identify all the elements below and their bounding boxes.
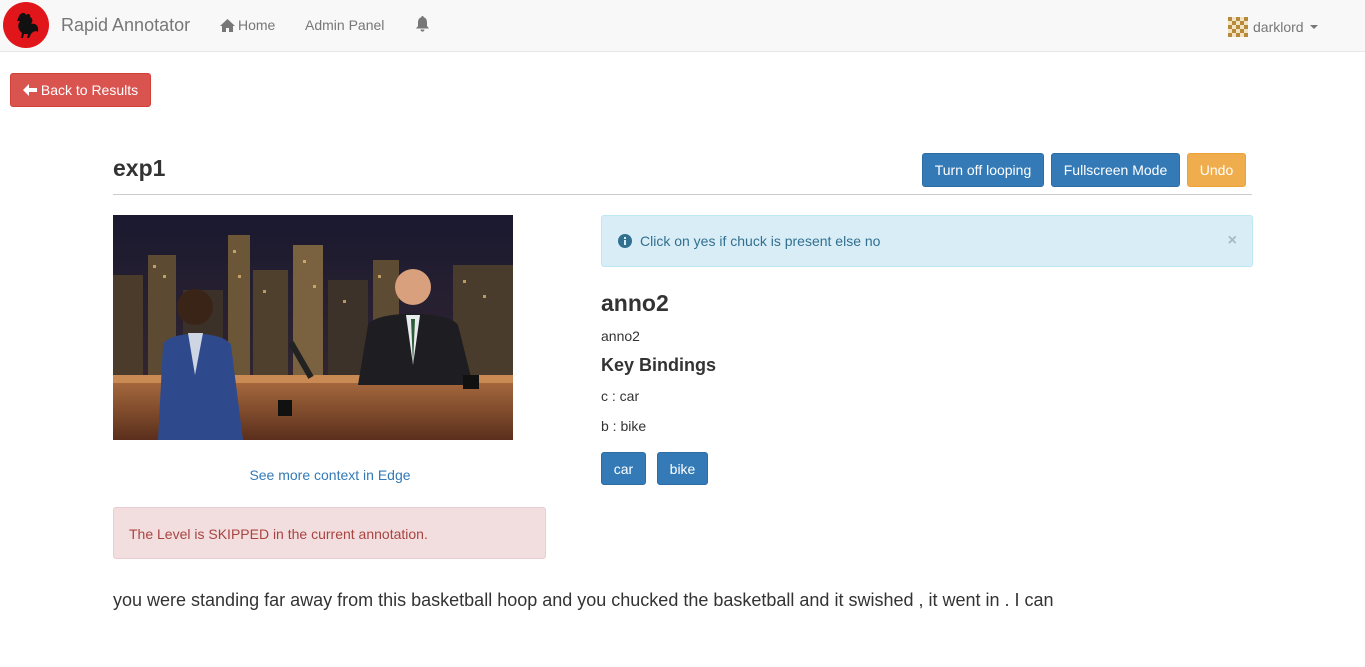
label-car-button[interactable]: car: [601, 452, 646, 485]
arrow-left-icon: [22, 84, 37, 96]
fullscreen-button[interactable]: Fullscreen Mode: [1051, 153, 1180, 187]
key-binding-item: b : bike: [601, 418, 647, 434]
skipped-level-alert: The Level is SKIPPED in the current anno…: [113, 507, 546, 559]
back-to-results-button[interactable]: Back to Results: [10, 73, 151, 107]
username: darklord: [1253, 19, 1304, 35]
home-icon: [220, 18, 235, 32]
toggle-looping-button[interactable]: Turn off looping: [922, 153, 1044, 187]
undo-button[interactable]: Undo: [1187, 153, 1246, 187]
navbar: Rapid Annotator Home Admin Panel darklor…: [0, 0, 1365, 52]
back-to-results-label: Back to Results: [40, 82, 139, 98]
nav-admin-link[interactable]: Admin Panel: [305, 17, 384, 33]
label-bike-button[interactable]: bike: [657, 452, 708, 485]
brand-name[interactable]: Rapid Annotator: [61, 15, 190, 36]
rooster-logo-icon[interactable]: [3, 2, 49, 48]
caret-down-icon: [1309, 25, 1318, 29]
key-bindings-heading: Key Bindings: [601, 355, 717, 375]
page-title: exp1: [113, 155, 166, 181]
header-divider: [113, 194, 1252, 195]
annotation-description: anno2: [601, 328, 640, 344]
video-player[interactable]: [113, 215, 513, 440]
annotation-name: anno2: [601, 290, 669, 316]
transcript-text: you were standing far away from this bas…: [113, 590, 1054, 610]
bell-icon[interactable]: [415, 16, 430, 35]
instruction-text: Click on yes if chuck is present else no: [640, 233, 881, 249]
instruction-alert: Click on yes if chuck is present else no…: [601, 215, 1253, 267]
info-icon: [618, 234, 632, 248]
nav-home-label: Home: [238, 17, 276, 33]
user-avatar-icon: [1228, 17, 1248, 37]
user-menu[interactable]: darklord: [1228, 17, 1318, 37]
video-frame: [113, 215, 513, 440]
close-icon[interactable]: ×: [1228, 232, 1237, 250]
nav-home-link[interactable]: Home: [220, 17, 275, 33]
key-binding-item: c : car: [601, 388, 640, 404]
see-more-context-link[interactable]: See more context in Edge: [113, 467, 547, 483]
